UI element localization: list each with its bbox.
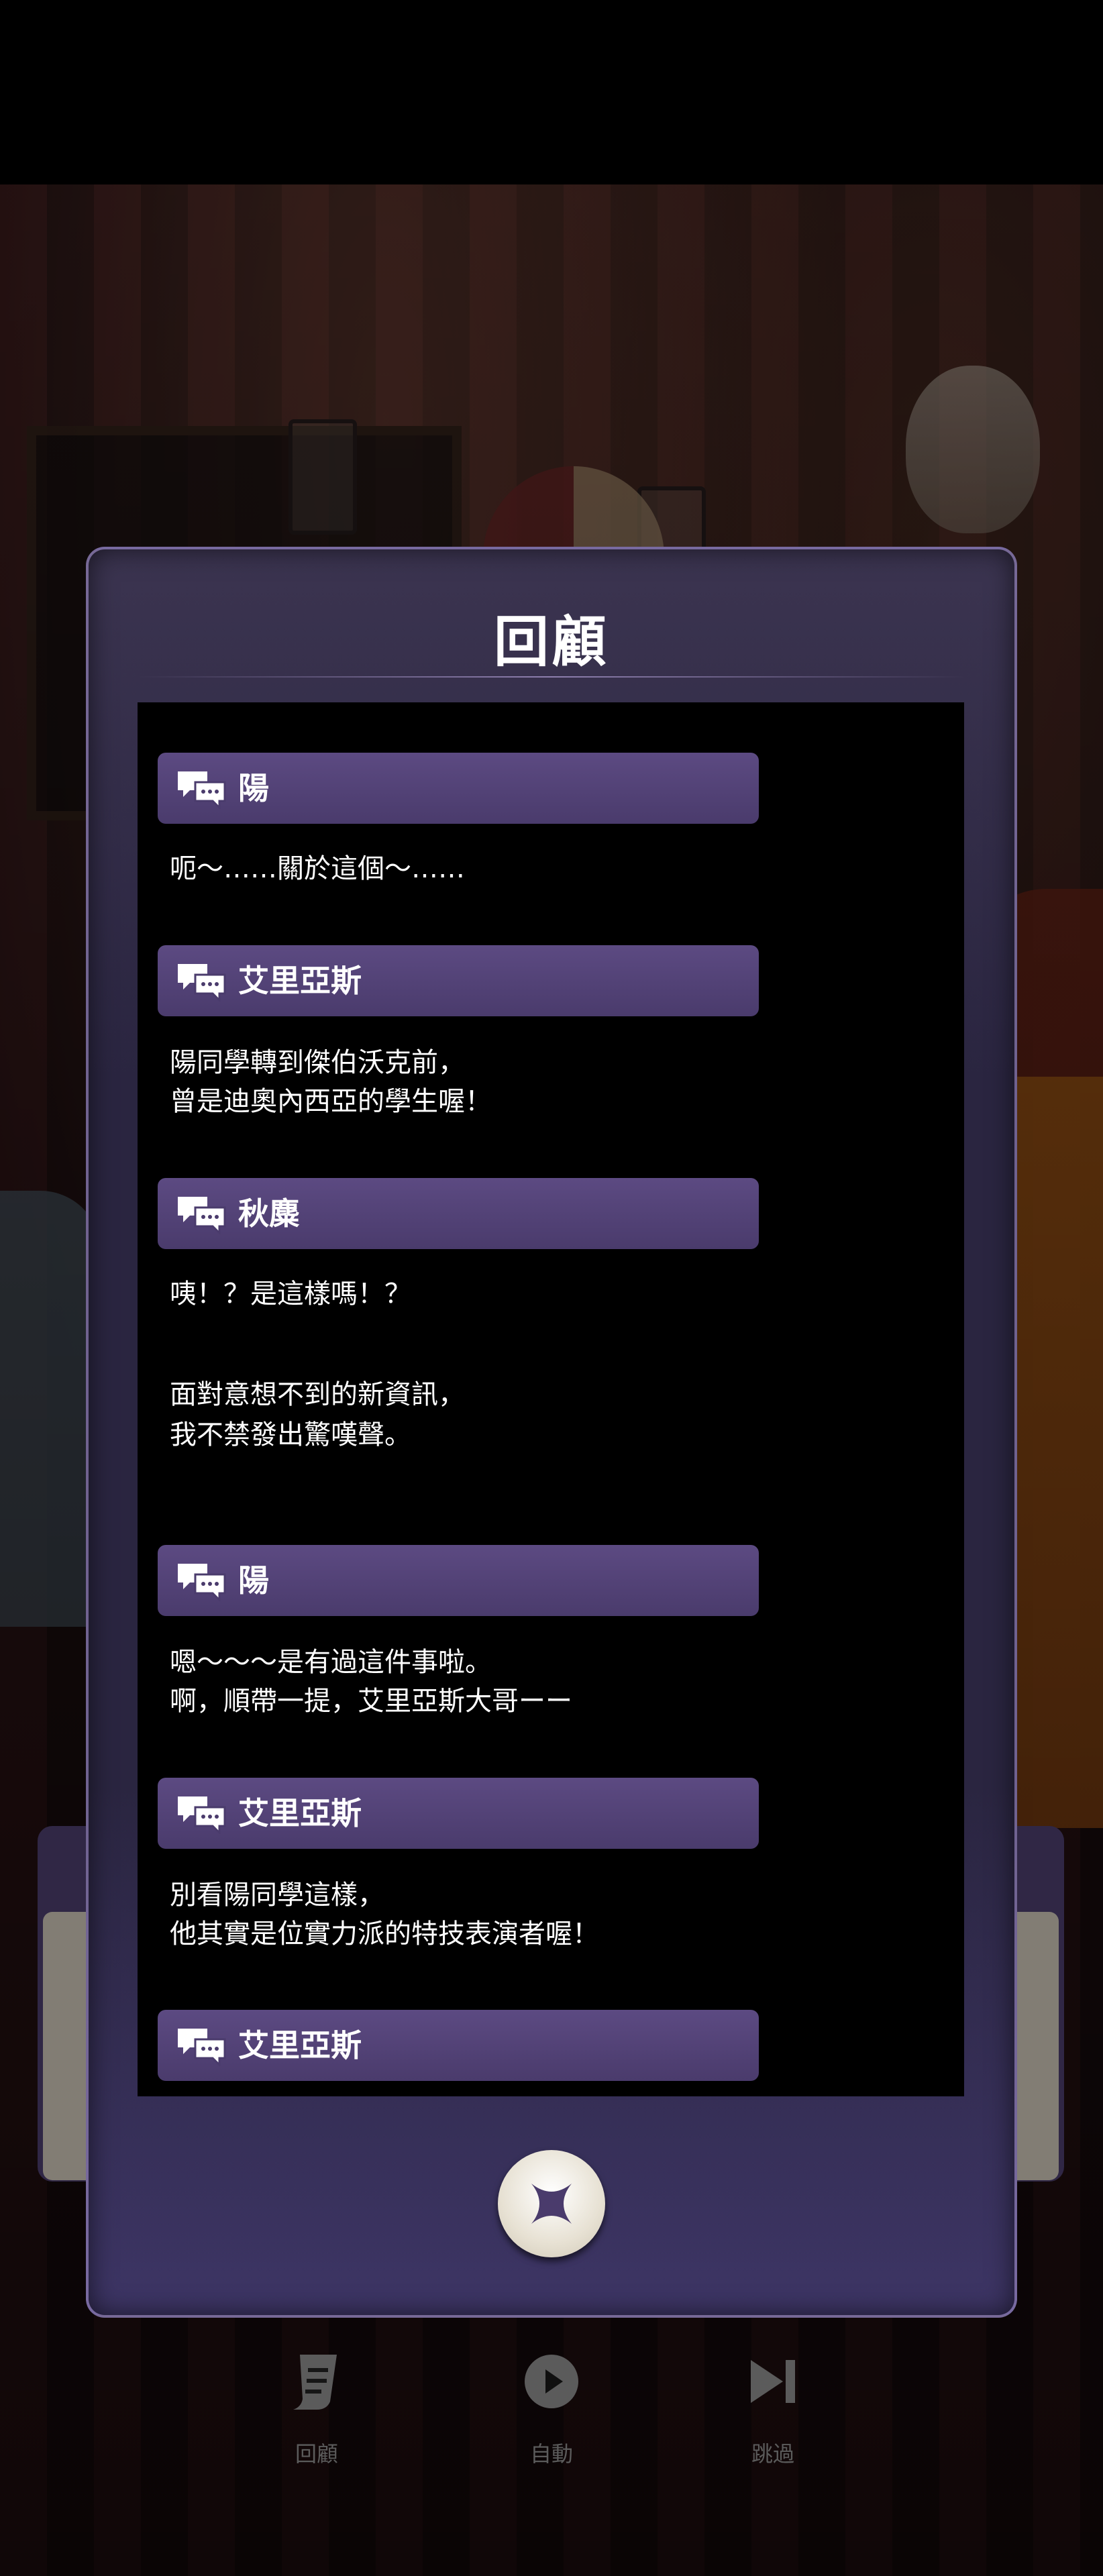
dialogue-line: 曾是迪奧內西亞的學生喔！ xyxy=(170,1086,492,1117)
close-x-icon xyxy=(531,2184,572,2224)
dialogue-line: 我不禁發出驚嘆聲。 xyxy=(170,1419,411,1450)
speaker-name: 艾里亞斯 xyxy=(238,2027,362,2063)
speaker-bar[interactable]: 秋麋 xyxy=(158,1178,759,1249)
dialogue-line: 嗯～～～是有過這件事啦。 xyxy=(170,1647,492,1678)
speaker-bar[interactable]: 陽 xyxy=(158,1545,759,1616)
dialogue-line: 面對意想不到的新資訊， xyxy=(170,1379,465,1410)
speaker-bar[interactable]: 陽 xyxy=(158,753,759,824)
speech-bubbles-icon xyxy=(178,964,226,1002)
dialogue-line: 陽同學轉到傑伯沃克前， xyxy=(170,1047,465,1078)
speaker-name: 秋麋 xyxy=(238,1195,300,1232)
dialogue-line: 啊，順帶一提，艾里亞斯大哥ーー xyxy=(170,1686,572,1717)
backlog-title: 回顧 xyxy=(493,610,609,674)
speech-bubbles-icon xyxy=(178,1796,226,1834)
speech-bubbles-icon xyxy=(178,1564,226,1601)
backlog-list[interactable]: 陽 呃～……關於這個～…… 艾里亞斯 陽同學轉到傑伯沃克前， 曾是迪奧內西亞的學… xyxy=(138,702,964,2096)
speaker-name: 艾里亞斯 xyxy=(238,1795,362,1831)
speaker-name: 艾里亞斯 xyxy=(238,963,362,999)
speech-bubbles-icon xyxy=(178,1197,226,1234)
dialogue-line: 別看陽同學這樣， xyxy=(170,1880,384,1911)
dialogue-line: 他其實是位實力派的特技表演者喔！ xyxy=(170,1919,599,1949)
speech-bubbles-icon xyxy=(178,2029,226,2066)
speaker-bar[interactable]: 艾里亞斯 xyxy=(158,1778,759,1849)
close-button[interactable] xyxy=(498,2150,605,2257)
dialogue-line: 咦！？是這樣嗎！？ xyxy=(170,1279,411,1309)
speaker-name: 陽 xyxy=(238,770,269,806)
dialogue-line: 呃～……關於這個～…… xyxy=(170,853,465,884)
speaker-bar[interactable]: 艾里亞斯 xyxy=(158,2010,759,2081)
title-divider xyxy=(138,676,965,678)
speech-bubbles-icon xyxy=(178,771,226,809)
speaker-bar[interactable]: 艾里亞斯 xyxy=(158,945,759,1016)
speaker-name: 陽 xyxy=(238,1562,269,1599)
